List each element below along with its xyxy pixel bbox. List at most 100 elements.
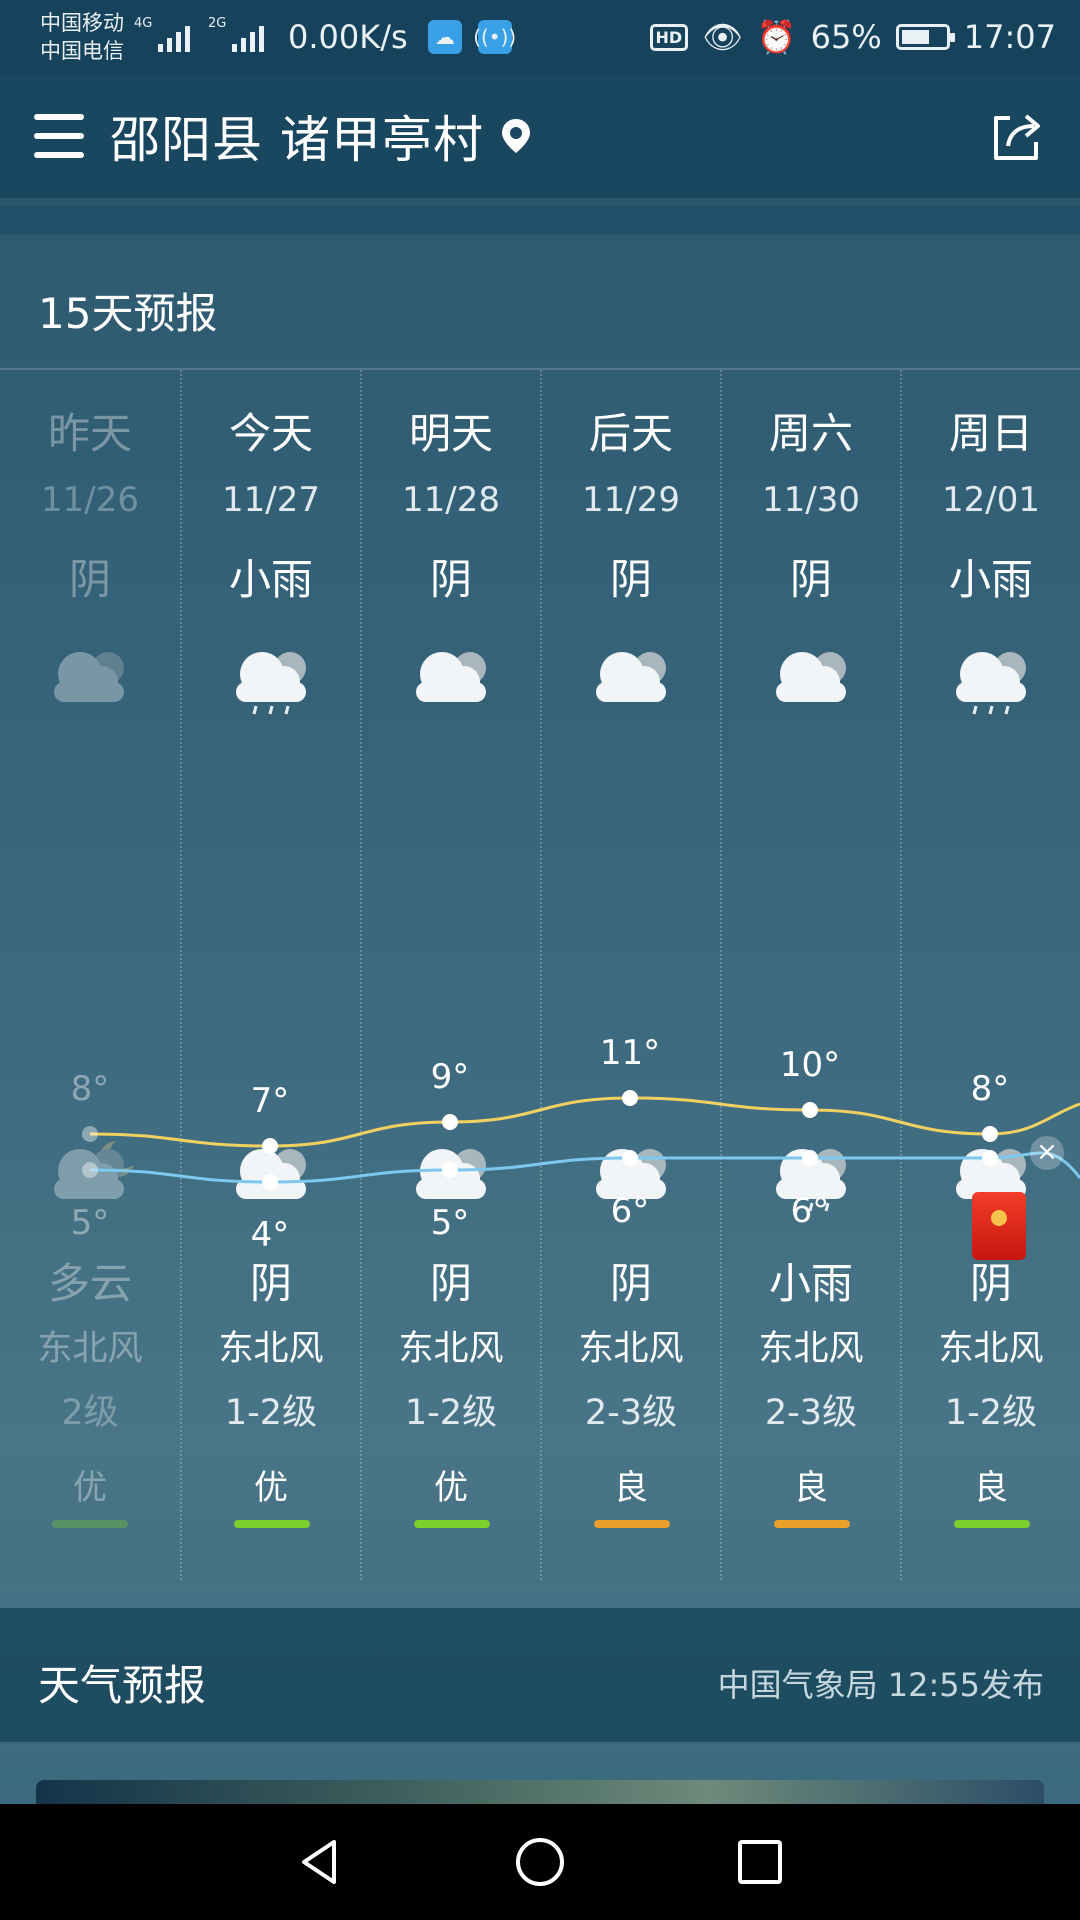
forecast-panel: 15天预报 昨天 11/26 阴多云 东北风 2级优今天 11/27 小雨阴东北风 1-2级优… [0, 234, 1080, 1584]
high-temp-point [982, 1126, 998, 1142]
carrier-names: 中国移动 中国电信 [40, 9, 124, 65]
location-pin-icon [501, 119, 530, 153]
clock: 17:07 [963, 18, 1056, 56]
wind-direction: 东北风 [37, 1329, 143, 1369]
eye-icon: 👁 [702, 18, 743, 56]
wind-level: 1-2级 [944, 1393, 1038, 1433]
system-nav-bar [0, 1804, 1080, 1920]
high-temp-point [802, 1102, 818, 1118]
menu-icon[interactable] [34, 114, 84, 158]
day-label: 昨天 [47, 409, 132, 458]
date-label: 11/28 [402, 480, 500, 520]
forecast-day-column[interactable]: 周六 11/30 阴小雨 东北风 2-3级良 [720, 370, 900, 1580]
red-packet-icon[interactable] [972, 1192, 1026, 1260]
back-icon[interactable] [290, 1832, 350, 1892]
alarm-icon: ⏰ [756, 18, 797, 56]
date-label: 11/30 [762, 480, 860, 520]
cloud-icon [38, 638, 142, 718]
day-label: 后天 [588, 409, 673, 458]
high-temp-point [82, 1126, 98, 1142]
wind-level: 1-2级 [404, 1393, 498, 1433]
high-temp-label: 9° [431, 1057, 470, 1097]
day-label: 今天 [228, 409, 313, 458]
air-quality-bar [234, 1520, 310, 1528]
day-condition: 阴 [789, 555, 832, 604]
wind-direction: 东北风 [578, 1329, 684, 1369]
status-bar: 中国移动 中国电信 4G 2G 0.00K/s ☁ ((•)) HD 👁 ⏰ 6… [0, 0, 1080, 74]
date-label: 12/01 [942, 480, 1040, 520]
low-temp-point [262, 1174, 278, 1190]
report-source: 中国气象局 12:55发布 [717, 1666, 1044, 1704]
air-quality-bar [52, 1520, 128, 1528]
day-label: 周日 [948, 409, 1033, 458]
rain-cloud-icon [940, 638, 1044, 718]
battery-icon [895, 24, 955, 50]
app-header: 邵阳县 诸甲亭村 [0, 74, 1080, 206]
low-temp-label: 4° [251, 1215, 290, 1255]
weather-map-preview[interactable] [36, 1780, 1044, 1804]
forecast-day-column[interactable]: 明天 11/28 阴阴东北风 1-2级优 [360, 370, 540, 1580]
wind-direction: 东北风 [758, 1329, 864, 1369]
low-temp-label: 5° [431, 1203, 470, 1243]
low-temp-point [622, 1150, 638, 1166]
day-condition: 小雨 [948, 555, 1033, 604]
hd-icon: HD [649, 23, 689, 51]
low-temp-label: 5° [71, 1203, 110, 1243]
forecast-day-column[interactable]: 昨天 11/26 阴多云 东北风 2级优 [0, 370, 180, 1580]
share-icon[interactable] [986, 106, 1046, 166]
air-quality-label: 良 [974, 1468, 1008, 1508]
date-label: 11/27 [222, 480, 320, 520]
high-temp-label: 11° [600, 1034, 660, 1073]
cloud-icon [400, 638, 504, 718]
forecast-day-column[interactable]: 周日 12/01 小雨阴东北风 1-2级良 [900, 370, 1080, 1580]
wind-level: 2-3级 [764, 1393, 858, 1433]
air-quality-bar [414, 1520, 490, 1528]
high-temp-point [262, 1138, 278, 1154]
net-speed: 0.00K/s [288, 18, 408, 56]
hotspot-icon: ((•)) [473, 20, 516, 54]
forecast-day-column[interactable]: 后天 11/29 阴阴东北风 2-3级良 [540, 370, 720, 1580]
wind-level: 1-2级 [224, 1393, 318, 1433]
forecast-day-column[interactable]: 今天 11/27 小雨阴东北风 1-2级优 [180, 370, 360, 1580]
wind-direction: 东北风 [218, 1329, 324, 1369]
air-quality-bar [954, 1520, 1030, 1528]
wind-direction: 东北风 [398, 1329, 504, 1369]
low-temp-point [442, 1162, 458, 1178]
day-condition: 阴 [429, 555, 472, 604]
close-icon[interactable]: × [1030, 1136, 1064, 1170]
wind-level: 2级 [61, 1393, 119, 1433]
cloud-icon [580, 638, 684, 718]
forecast-title: 15天预报 [38, 289, 218, 338]
carrier-1: 中国移动 [40, 11, 124, 35]
cloud-icon [760, 638, 864, 718]
high-temp-line [89, 1096, 1080, 1148]
day-condition: 小雨 [228, 555, 313, 604]
date-label: 11/29 [582, 480, 680, 520]
air-quality-label: 优 [254, 1468, 288, 1508]
air-quality-bar [594, 1520, 670, 1528]
temperature-chart: 8°5°7°4°9°5°11°6°10°6°8°6° [71, 1034, 1080, 1255]
wind-level: 2-3级 [584, 1393, 678, 1433]
home-icon[interactable] [510, 1832, 570, 1892]
weather-report-bar[interactable]: 天气预报 中国气象局 12:55发布 [0, 1608, 1080, 1744]
day-label: 明天 [408, 409, 493, 458]
low-temp-label: 6° [791, 1191, 830, 1231]
high-temp-label: 8° [71, 1069, 110, 1109]
location-title[interactable]: 邵阳县 诸甲亭村 [110, 100, 484, 172]
weather-app-icon: ☁ [427, 20, 462, 54]
recents-icon[interactable] [730, 1832, 790, 1892]
report-title: 天气预报 [38, 1661, 207, 1710]
rain-cloud-icon [220, 638, 324, 718]
signal-2g-icon: 2G [208, 16, 264, 52]
high-temp-label: 7° [251, 1081, 290, 1121]
high-temp-point [622, 1090, 638, 1106]
carrier-2: 中国电信 [40, 39, 124, 63]
air-quality-label: 良 [614, 1468, 648, 1508]
wind-direction: 东北风 [938, 1329, 1044, 1369]
air-quality-label: 良 [794, 1468, 828, 1508]
high-temp-label: 10° [780, 1045, 840, 1085]
low-temp-label: 6° [611, 1191, 650, 1231]
day-condition: 阴 [609, 555, 652, 604]
air-quality-label: 优 [73, 1468, 107, 1508]
low-temp-point [802, 1150, 818, 1166]
